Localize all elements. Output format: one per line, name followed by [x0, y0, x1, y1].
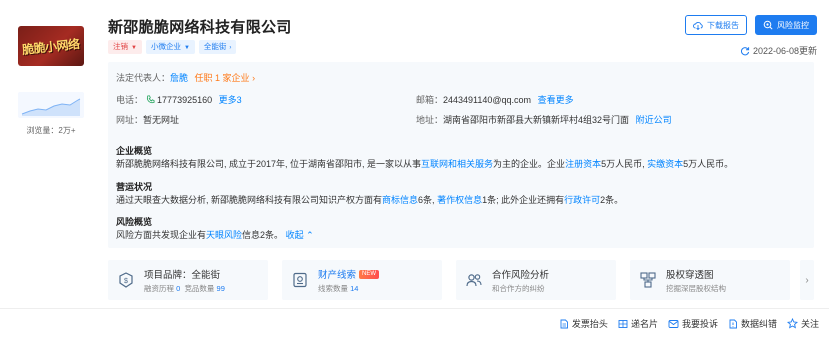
card-equity-map[interactable]: 股权穿透图 挖掘深层股权结构 [630, 260, 790, 300]
card-subtitle: 融资历程 0 竞品数量 99 [144, 284, 225, 293]
nearby-companies-link[interactable]: 附近公司 [636, 115, 672, 125]
tag-scale[interactable]: 小微企业 ▼ [145, 40, 195, 54]
invoice-title-button[interactable]: 发票抬头 [559, 317, 608, 330]
card-title: 财产线索 NEW [318, 267, 380, 281]
feature-cards: $ 项目品牌：全能街 融资历程 0 竞品数量 99 财产线索 NEW 线索数量 1… [108, 260, 820, 300]
views-sparkline [18, 92, 84, 118]
card-property-clues[interactable]: 财产线索 NEW 线索数量 14 [282, 260, 442, 300]
follow-button[interactable]: 关注 [786, 317, 819, 330]
data-correction-button[interactable]: 数据纠错 [728, 317, 777, 330]
tag-brand[interactable]: 全能街 › [198, 40, 237, 54]
operation-text: 通过天眼查大数据分析, 新邵脆脆网络科技有限公司知识产权方面有商标信息6条, 著… [116, 195, 624, 205]
risk-monitor-button[interactable]: 风险监控 [755, 15, 817, 35]
operation-title: 营运状况 [116, 182, 153, 192]
property-icon [290, 270, 310, 290]
card-project-brand[interactable]: $ 项目品牌：全能街 融资历程 0 竞品数量 99 [108, 260, 268, 300]
risk-text: 风险方面共发现企业有天眼风险信息2条。 收起 ⌃ [116, 230, 314, 240]
complaint-icon [668, 319, 679, 328]
star-icon [786, 318, 798, 329]
refresh-icon[interactable] [740, 46, 750, 56]
views-count: 浏览量：2万+ [26, 126, 76, 135]
complaint-button[interactable]: 我要投诉 [668, 317, 718, 330]
website-value: 暂无网址 [143, 115, 180, 125]
logo-column: 脆脆小网络 浏览量：2万+ [18, 26, 84, 136]
card-icon [618, 319, 628, 328]
copyright-link[interactable]: 著作权信息 [437, 195, 482, 205]
footer-bar: 发票抬头 递名片 我要投诉 数据纠错 关注 [0, 308, 829, 339]
new-badge: NEW [359, 270, 380, 279]
card-cooperation-risk[interactable]: 合作风险分析 和合作方的纠纷 [456, 260, 616, 300]
cloud-download-icon [693, 21, 703, 30]
registered-capital-link[interactable]: 注册资本 [565, 159, 601, 169]
cards-next-button[interactable]: › [800, 260, 814, 300]
phone-row: 电话： 17773925160 更多3 [116, 95, 242, 105]
address-row: 地址：湖南省邵阳市新邵县大新镇新坪村4组32号门面 附近公司 [416, 115, 672, 125]
svg-text:$: $ [124, 278, 128, 285]
email-value: 2443491140@qq.com [443, 95, 532, 105]
admin-license-link[interactable]: 行政许可 [564, 195, 600, 205]
phone-value: 17773925160 [157, 95, 213, 105]
industry-link[interactable]: 互联网和相关服务 [421, 159, 493, 169]
phone-icon [146, 95, 155, 104]
download-report-button[interactable]: 下载报告 [685, 15, 747, 35]
company-name: 新邵脆脆网络科技有限公司 [108, 19, 292, 36]
address-value: 湖南省邵阳市新邵县大新镇新坪村4组32号门面 [443, 115, 630, 125]
brand-icon: $ [116, 270, 136, 290]
card-subtitle: 和合作方的纠纷 [492, 284, 545, 293]
chevron-right-icon: › [229, 45, 232, 51]
chevron-up-icon: ⌃ [306, 230, 314, 240]
update-date: 2022-06-08更新 [752, 46, 817, 56]
equity-icon [638, 270, 658, 290]
legal-rep-row: 法定代表人：詹脆 任职 1 家企业 › [116, 73, 256, 83]
header-actions: 下载报告 风险监控 [685, 15, 817, 35]
phone-more-link[interactable]: 更多3 [219, 95, 242, 105]
chevron-down-icon: ▼ [183, 45, 190, 51]
collapse-link[interactable]: 收起 ⌃ [286, 230, 314, 240]
chevron-down-icon: ▼ [131, 45, 137, 51]
legal-rep-link[interactable]: 詹脆 [170, 73, 188, 83]
error-report-icon [729, 319, 737, 328]
website-row: 网址：暂无网址 [116, 115, 180, 125]
card-subtitle: 线索数量 14 [318, 284, 359, 293]
cooperation-icon [464, 270, 484, 290]
overview-title: 企业概览 [116, 146, 153, 156]
card-subtitle: 挖掘深层股权结构 [666, 284, 726, 293]
trademark-link[interactable]: 商标信息 [382, 195, 418, 205]
paid-capital-link[interactable]: 实缴资本 [647, 159, 683, 169]
card-title: 股权穿透图 [666, 270, 714, 281]
monitor-eye-icon [763, 20, 773, 30]
footer-actions: 发票抬头 递名片 我要投诉 数据纠错 关注 [559, 317, 819, 330]
chevron-right-icon: › [805, 274, 809, 286]
update-info: 2022-06-08更新 [740, 44, 817, 57]
overview-text: 新邵脆脆网络科技有限公司, 成立于2017年, 位于湖南省邵阳市, 是一家以从事… [116, 159, 734, 169]
invoice-icon [560, 319, 568, 328]
business-card-button[interactable]: 递名片 [618, 317, 658, 330]
email-more-link[interactable]: 查看更多 [538, 95, 574, 105]
company-logo: 脆脆小网络 [18, 26, 84, 66]
company-info-panel: 法定代表人：詹脆 任职 1 家企业 › 电话： 17773925160 更多3 … [108, 62, 814, 248]
card-title: 合作风险分析 [492, 270, 550, 281]
company-tags: 注销 ▼ 小微企业 ▼ 全能街 › [108, 40, 237, 54]
legal-rep-role-link[interactable]: 任职 1 家企业 › [195, 73, 256, 83]
logo-text: 脆脆小网络 [21, 36, 81, 57]
tianyan-risk-link[interactable]: 天眼风险 [206, 230, 242, 240]
risk-title: 风险概览 [116, 217, 153, 227]
email-row: 邮箱：2443491140@qq.com 查看更多 [416, 95, 574, 105]
card-title: 项目品牌：全能街 [144, 270, 221, 281]
tag-status[interactable]: 注销 ▼ [108, 40, 142, 54]
